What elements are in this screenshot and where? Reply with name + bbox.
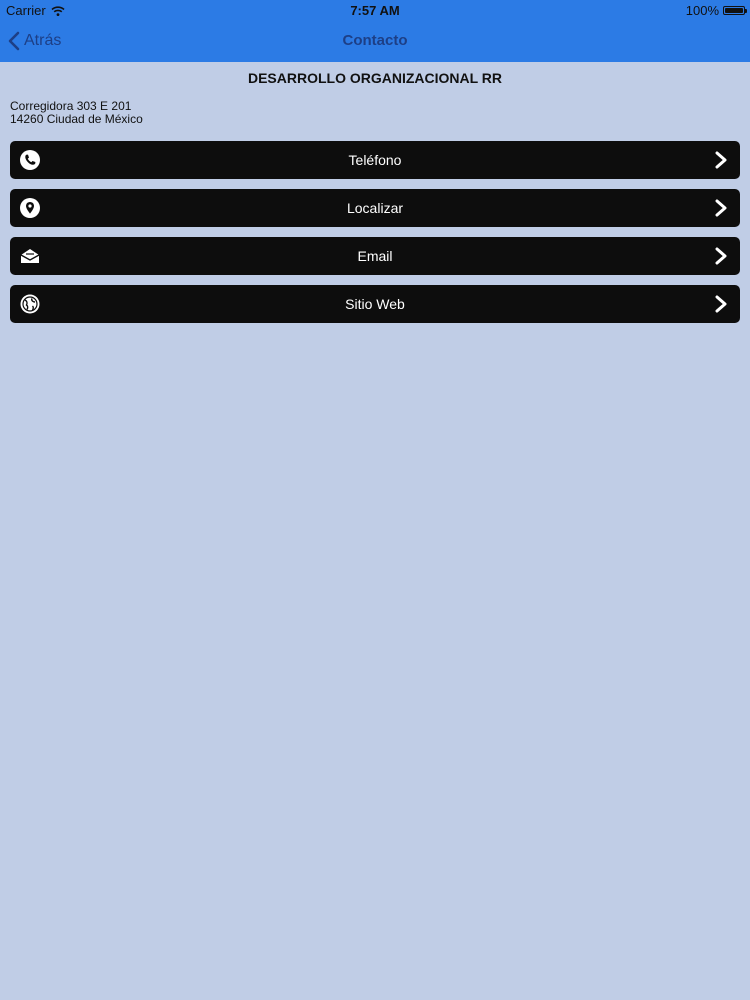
phone-label: Teléfono [348,152,402,168]
battery-percent: 100% [685,3,719,18]
organization-name: DESARROLLO ORGANIZACIONAL RR [247,70,503,86]
battery-icon [723,6,747,15]
status-time: 7:57 AM [350,3,400,18]
address: Corregidora 303 E 201 14260 Ciudad de Mé… [10,100,143,126]
page-title: Contacto [342,32,408,49]
chevron-right-icon [715,151,727,169]
website-row[interactable]: Sitio Web [10,285,740,323]
website-label: Sitio Web [345,296,405,312]
phone-row[interactable]: Teléfono [10,141,740,179]
navigation-bar: Atrás Contacto [0,20,750,62]
email-row[interactable]: Email [10,237,740,275]
email-label: Email [357,248,393,264]
status-bar: Carrier 7:57 AM 100% [0,0,750,20]
locate-label: Localizar [346,200,404,216]
chevron-right-icon [715,295,727,313]
address-line-2: 14260 Ciudad de México [10,112,143,126]
battery-indicator: 100% [685,3,747,18]
chevron-right-icon [715,247,727,265]
chevron-right-icon [715,199,727,217]
locate-row[interactable]: Localizar [10,189,740,227]
